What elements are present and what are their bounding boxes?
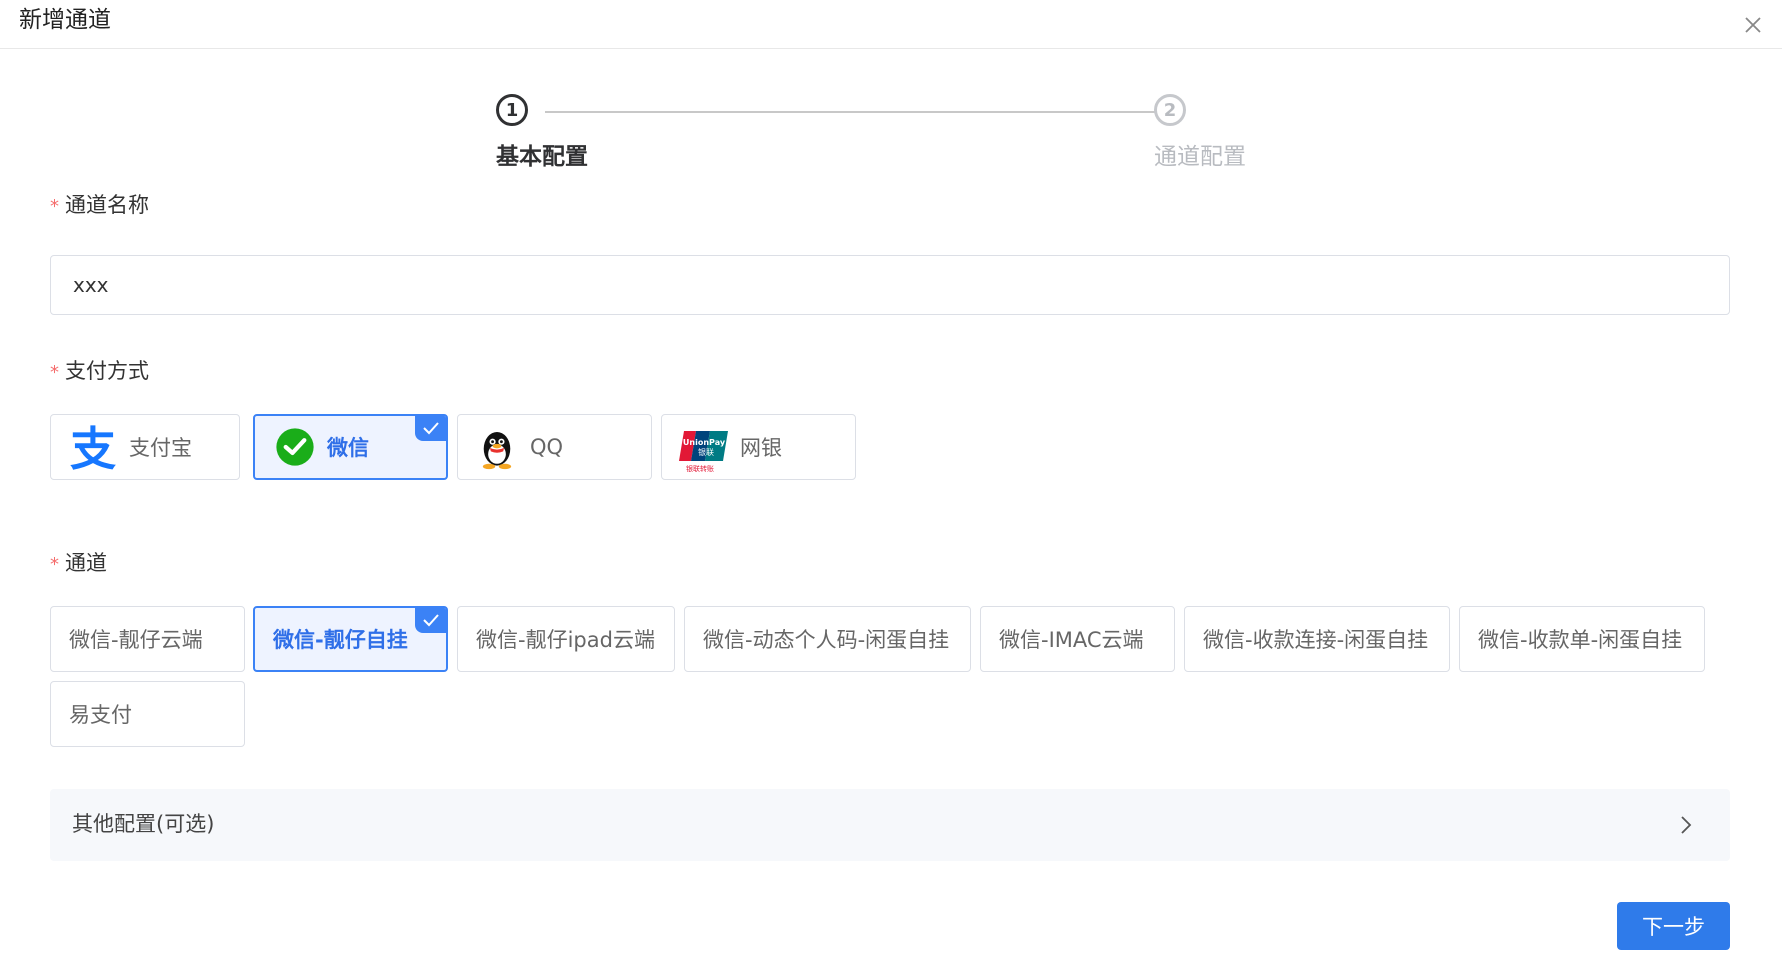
channel-name-input[interactable]: [50, 255, 1730, 315]
svg-text:UnionPay: UnionPay: [683, 438, 726, 447]
channel-option-label: 微信-靓仔自挂: [273, 628, 408, 652]
svg-text:银联: 银联: [698, 447, 714, 457]
next-step-button[interactable]: 下一步: [1617, 902, 1730, 950]
check-icon: [423, 422, 439, 435]
svg-text:支: 支: [70, 422, 116, 473]
channel-option-label: 微信-收款连接-闲蛋自挂: [1203, 628, 1429, 652]
channel-option[interactable]: 微信-收款单-闲蛋自挂: [1459, 606, 1705, 672]
channel-name-label-text: 通道名称: [65, 193, 149, 217]
wechat-icon: [276, 428, 314, 466]
payment-option-label: QQ: [530, 435, 564, 459]
step-2-label: 通道配置: [1154, 144, 1246, 170]
payment-option-label: 网银: [740, 436, 782, 460]
payment-option-qq[interactable]: QQ: [457, 414, 652, 480]
channel-option-label: 微信-靓仔ipad云端: [476, 628, 655, 652]
channel-option[interactable]: 微信-靓仔ipad云端: [457, 606, 675, 672]
payment-method-label: * 支付方式: [50, 356, 149, 388]
channel-option[interactable]: 微信-靓仔云端: [50, 606, 245, 672]
required-mark: *: [50, 196, 59, 217]
svg-text:银联转账: 银联转账: [686, 464, 714, 473]
required-mark: *: [50, 554, 59, 575]
dialog-title: 新增通道: [19, 7, 111, 33]
alipay-icon: 支: [70, 422, 116, 473]
payment-option-label: 微信: [327, 436, 369, 460]
channel-label: * 通道: [50, 548, 107, 580]
payment-option-unionpay[interactable]: UnionPay 银联 银联转账 网银: [661, 414, 856, 480]
payment-method-label-text: 支付方式: [65, 359, 149, 383]
channel-option-label: 微信-收款单-闲蛋自挂: [1478, 628, 1683, 652]
channel-option[interactable]: 微信-收款连接-闲蛋自挂: [1184, 606, 1450, 672]
payment-option-wechat[interactable]: 微信: [253, 414, 448, 480]
channel-option[interactable]: 微信-动态个人码-闲蛋自挂: [684, 606, 971, 672]
channel-option[interactable]: 微信-IMAC云端: [980, 606, 1175, 672]
channel-option[interactable]: 易支付: [50, 681, 245, 747]
channel-option-label: 易支付: [69, 703, 132, 727]
other-config-title: 其他配置(可选): [72, 812, 215, 836]
channel-option-selected[interactable]: 微信-靓仔自挂: [253, 606, 448, 672]
check-icon: [423, 614, 439, 627]
close-icon: [1745, 17, 1761, 33]
channel-name-label: * 通道名称: [50, 190, 149, 222]
step-1-label: 基本配置: [496, 144, 588, 170]
dialog-header: 新增通道: [0, 0, 1782, 49]
channel-option-label: 微信-靓仔云端: [69, 628, 203, 652]
selected-check-badge: [415, 416, 446, 441]
chevron-right-icon: [1681, 816, 1692, 834]
required-mark: *: [50, 362, 59, 383]
step-connector: [545, 111, 1179, 113]
qq-icon: [482, 431, 512, 470]
close-button[interactable]: [1740, 12, 1766, 38]
channel-option-label: 微信-IMAC云端: [999, 628, 1144, 652]
payment-option-label: 支付宝: [129, 436, 192, 460]
other-config-collapse[interactable]: 其他配置(可选): [50, 789, 1730, 861]
selected-check-badge: [415, 608, 446, 633]
step-1-indicator: 1: [496, 94, 528, 126]
channel-label-text: 通道: [65, 551, 107, 575]
step-2-indicator: 2: [1154, 94, 1186, 126]
unionpay-icon: UnionPay 银联 银联转账: [679, 431, 728, 473]
payment-option-alipay[interactable]: 支 支付宝: [50, 414, 240, 480]
channel-option-label: 微信-动态个人码-闲蛋自挂: [703, 628, 950, 652]
